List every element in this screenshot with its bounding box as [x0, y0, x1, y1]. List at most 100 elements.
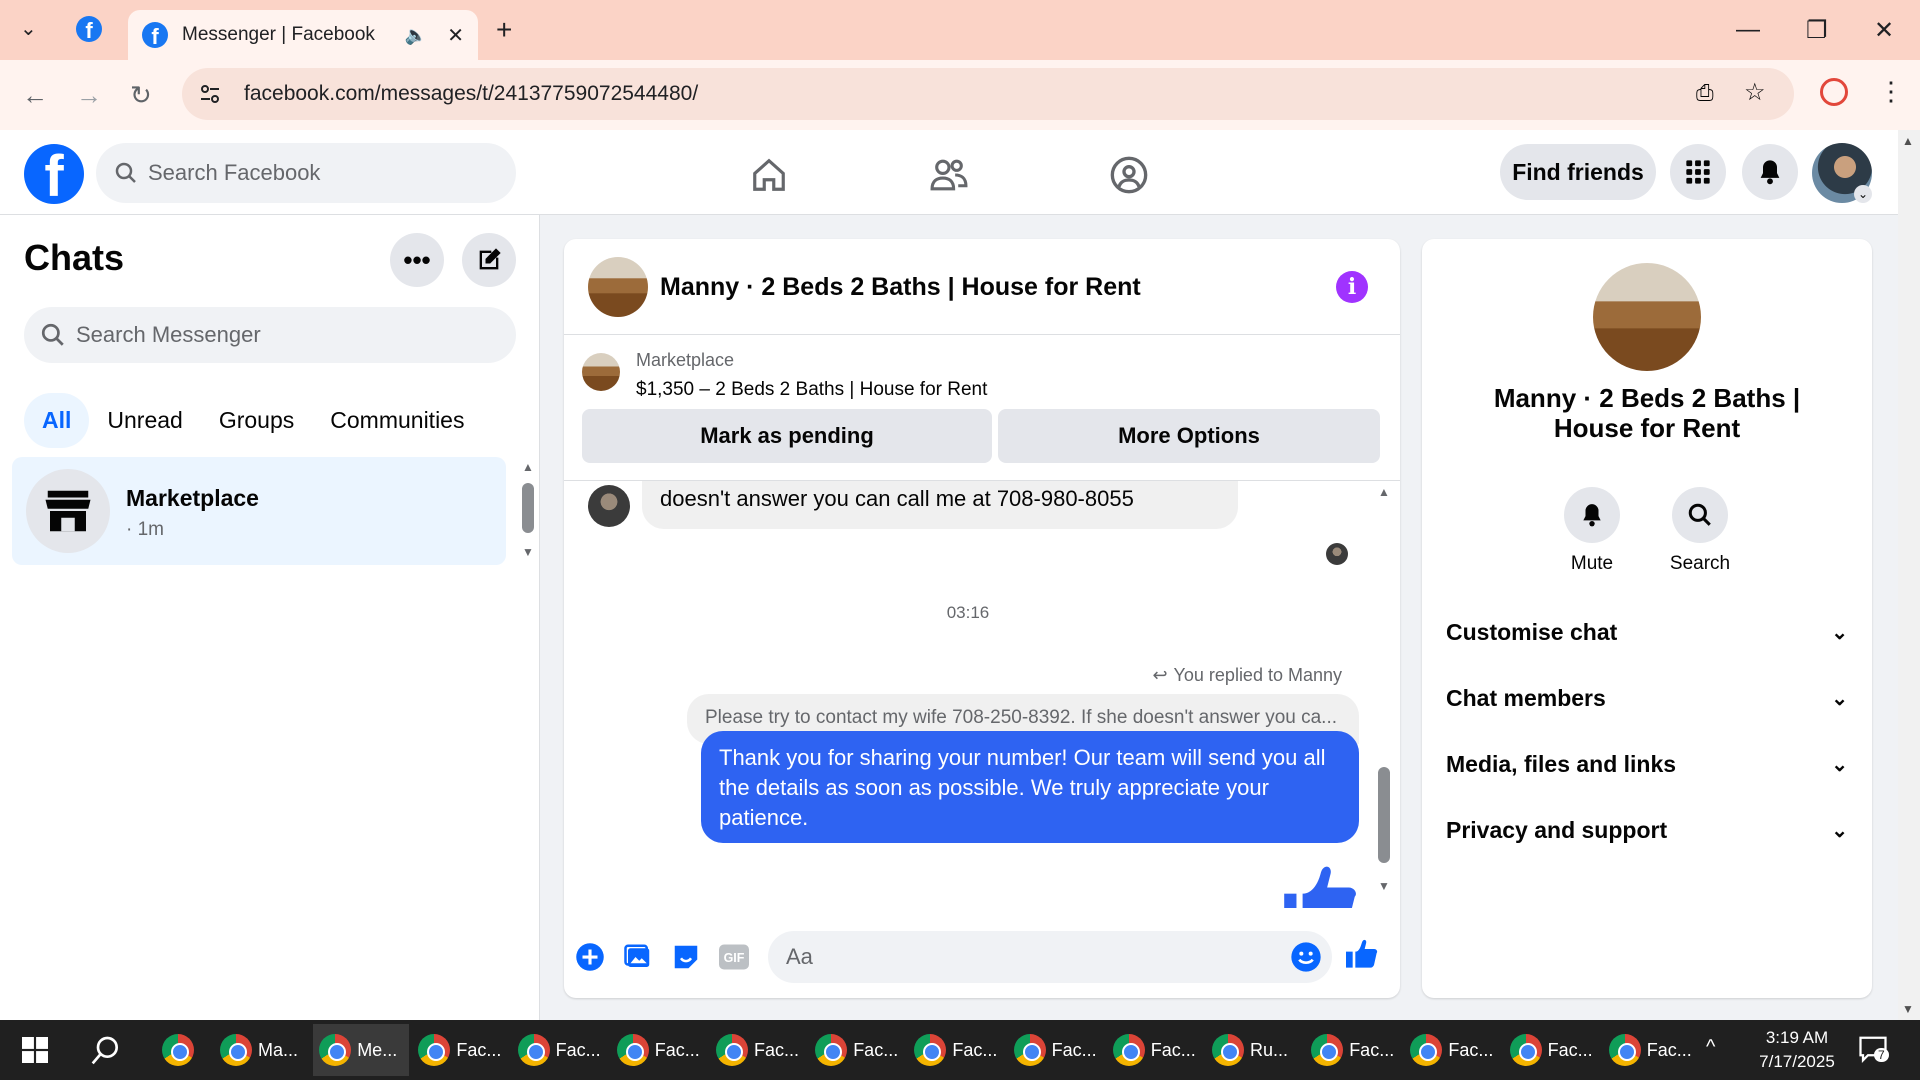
like-button-icon[interactable]	[1346, 937, 1378, 969]
filter-groups[interactable]: Groups	[201, 393, 312, 448]
taskbar-app-button[interactable]: Ru...	[1206, 1024, 1302, 1076]
omnibox[interactable]: facebook.com/messages/t/2413775907254448…	[182, 68, 1794, 120]
filter-communities[interactable]: Communities	[312, 393, 482, 448]
conversation-panel: Manny · 2 Beds 2 Baths | House for Rent …	[564, 239, 1400, 998]
profile-icon[interactable]	[1820, 78, 1848, 106]
attach-photo-icon[interactable]	[622, 941, 654, 973]
close-tab-icon[interactable]: ✕	[447, 23, 464, 48]
chat-list-scroll-down[interactable]: ▼	[522, 545, 534, 559]
taskbar-app-button[interactable]: Fac...	[1008, 1024, 1104, 1076]
more-options-button[interactable]: More Options	[998, 409, 1380, 463]
chat-list-scrollbar[interactable]	[522, 483, 534, 533]
messages-scrollbar[interactable]	[1378, 767, 1390, 863]
taskbar-app-button[interactable]: Fac...	[1107, 1024, 1203, 1076]
find-friends-button[interactable]: Find friends	[1500, 144, 1656, 200]
taskbar-app-button[interactable]: Fac...	[809, 1024, 905, 1076]
home-icon[interactable]	[744, 150, 794, 200]
speaker-icon[interactable]: 🔈	[405, 25, 427, 46]
taskbar-app-button[interactable]: Me...	[313, 1024, 410, 1076]
facebook-tab-icon[interactable]: f	[76, 16, 102, 42]
section-privacy-support[interactable]: Privacy and support ⌄	[1446, 817, 1848, 844]
more-options-icon[interactable]: •••	[390, 233, 444, 287]
notifications-bell-icon[interactable]	[1742, 144, 1798, 200]
forward-icon[interactable]: →	[76, 80, 102, 111]
facebook-logo-icon[interactable]: f	[24, 144, 84, 204]
taskbar-app-button[interactable]: Fac...	[1305, 1024, 1401, 1076]
new-message-icon[interactable]	[462, 233, 516, 287]
back-icon[interactable]: ←	[22, 80, 48, 111]
chrome-profile-icon	[220, 1034, 252, 1066]
section-chat-members[interactable]: Chat members ⌄	[1446, 685, 1848, 712]
more-actions-plus-icon[interactable]	[574, 941, 606, 973]
site-settings-icon[interactable]	[198, 82, 222, 106]
account-chevron-icon[interactable]: ⌄	[1854, 185, 1872, 203]
close-window-icon[interactable]: ✕	[1874, 16, 1894, 45]
taskbar-search-icon[interactable]	[90, 1034, 122, 1071]
taskbar-app-label: Fac...	[1547, 1039, 1593, 1060]
incoming-message[interactable]: doesn't answer you can call me at 708-98…	[642, 481, 1238, 529]
chevron-down-icon: ⌄	[1831, 820, 1848, 842]
info-icon[interactable]: i	[1336, 271, 1368, 303]
search-messenger-input[interactable]: Search Messenger	[24, 307, 516, 363]
taskbar-app-button[interactable]: Fac...	[908, 1024, 1004, 1076]
chevron-down-icon: ⌄	[1831, 622, 1848, 644]
tab-messenger[interactable]: f Messenger | Facebook 🔈 ✕	[128, 10, 478, 60]
emoji-icon[interactable]	[1290, 941, 1322, 979]
taskbar-app-label: Ma...	[258, 1039, 299, 1060]
browser-menu-icon[interactable]: ⋮	[1878, 76, 1904, 107]
listing-thumbnail[interactable]	[582, 353, 620, 391]
outgoing-message[interactable]: Thank you for sharing your number! Our t…	[701, 731, 1359, 843]
chat-list-scroll-up[interactable]: ▲	[522, 460, 534, 474]
filter-all[interactable]: All	[24, 393, 90, 448]
listing-avatar[interactable]	[588, 257, 648, 317]
message-input[interactable]: Aa	[768, 931, 1332, 983]
taskbar-app-button[interactable]: Ma...	[214, 1024, 310, 1076]
marketplace-listing-bar: Marketplace $1,350 – 2 Beds 2 Baths | Ho…	[564, 335, 1400, 481]
sender-avatar[interactable]	[588, 485, 630, 527]
facebook-favicon-icon: f	[142, 22, 168, 48]
page-scrollbar[interactable]: ▲ ▼	[1898, 130, 1920, 1020]
filter-unread[interactable]: Unread	[89, 393, 200, 448]
taskbar-app-button[interactable]: Fac...	[611, 1024, 707, 1076]
search-in-chat-button[interactable]: Search	[1655, 487, 1745, 575]
taskbar-app-button[interactable]: Fac...	[1404, 1024, 1500, 1076]
messages-scroll-down[interactable]: ▼	[1378, 879, 1390, 893]
notification-center-icon[interactable]: 7	[1858, 1034, 1889, 1069]
windows-start-icon[interactable]	[22, 1037, 48, 1068]
install-app-icon[interactable]: ⎙	[1696, 80, 1714, 106]
restore-icon[interactable]: ❐	[1806, 16, 1828, 45]
reload-icon[interactable]: ↻	[130, 80, 152, 111]
taskbar-app-button[interactable]: Fac...	[412, 1024, 508, 1076]
mute-button[interactable]: Mute	[1547, 487, 1637, 575]
taskbar-chrome-icon[interactable]	[156, 1024, 194, 1076]
groups-icon[interactable]	[1104, 150, 1154, 200]
gif-icon[interactable]: GIF	[718, 941, 750, 973]
conversation-title[interactable]: Manny · 2 Beds 2 Baths | House for Rent	[660, 273, 1141, 302]
new-tab-icon[interactable]: +	[496, 14, 512, 46]
taskbar-app-button[interactable]: Fac...	[1504, 1024, 1600, 1076]
chat-item-marketplace[interactable]: Marketplace · 1m	[12, 457, 506, 565]
chevron-down-icon: ⌄	[1831, 688, 1848, 710]
taskbar-app-button[interactable]: Fac...	[1603, 1024, 1699, 1076]
chrome-profile-icon	[815, 1034, 848, 1066]
listing-title[interactable]: $1,350 – 2 Beds 2 Baths | House for Rent	[636, 379, 987, 401]
bookmark-star-icon[interactable]: ☆	[1744, 78, 1766, 107]
taskbar-clock[interactable]: 3:19 AM 7/17/2025	[1742, 1026, 1852, 1074]
mark-as-pending-button[interactable]: Mark as pending	[582, 409, 992, 463]
facebook-search-input[interactable]: Search Facebook	[96, 143, 516, 203]
sticker-icon[interactable]	[670, 941, 702, 973]
menu-grid-icon[interactable]	[1670, 144, 1726, 200]
url-text[interactable]: facebook.com/messages/t/2413775907254448…	[244, 82, 698, 106]
minimize-icon[interactable]: —	[1736, 16, 1760, 44]
tray-chevron-icon[interactable]: ^	[1706, 1036, 1715, 1059]
taskbar-app-button[interactable]: Fac...	[710, 1024, 806, 1076]
taskbar-app-button[interactable]: Fac...	[512, 1024, 608, 1076]
details-listing-avatar[interactable]	[1593, 263, 1701, 371]
messages-scroll-up[interactable]: ▲	[1378, 485, 1390, 499]
section-customise-chat[interactable]: Customise chat ⌄	[1446, 619, 1848, 646]
section-label: Media, files and links	[1446, 751, 1677, 777]
sent-like-icon[interactable]	[1284, 863, 1358, 908]
tab-search-chevron-icon[interactable]: ⌄	[20, 16, 37, 41]
section-media-files-links[interactable]: Media, files and links ⌄	[1446, 751, 1848, 778]
friends-icon[interactable]	[924, 150, 974, 200]
